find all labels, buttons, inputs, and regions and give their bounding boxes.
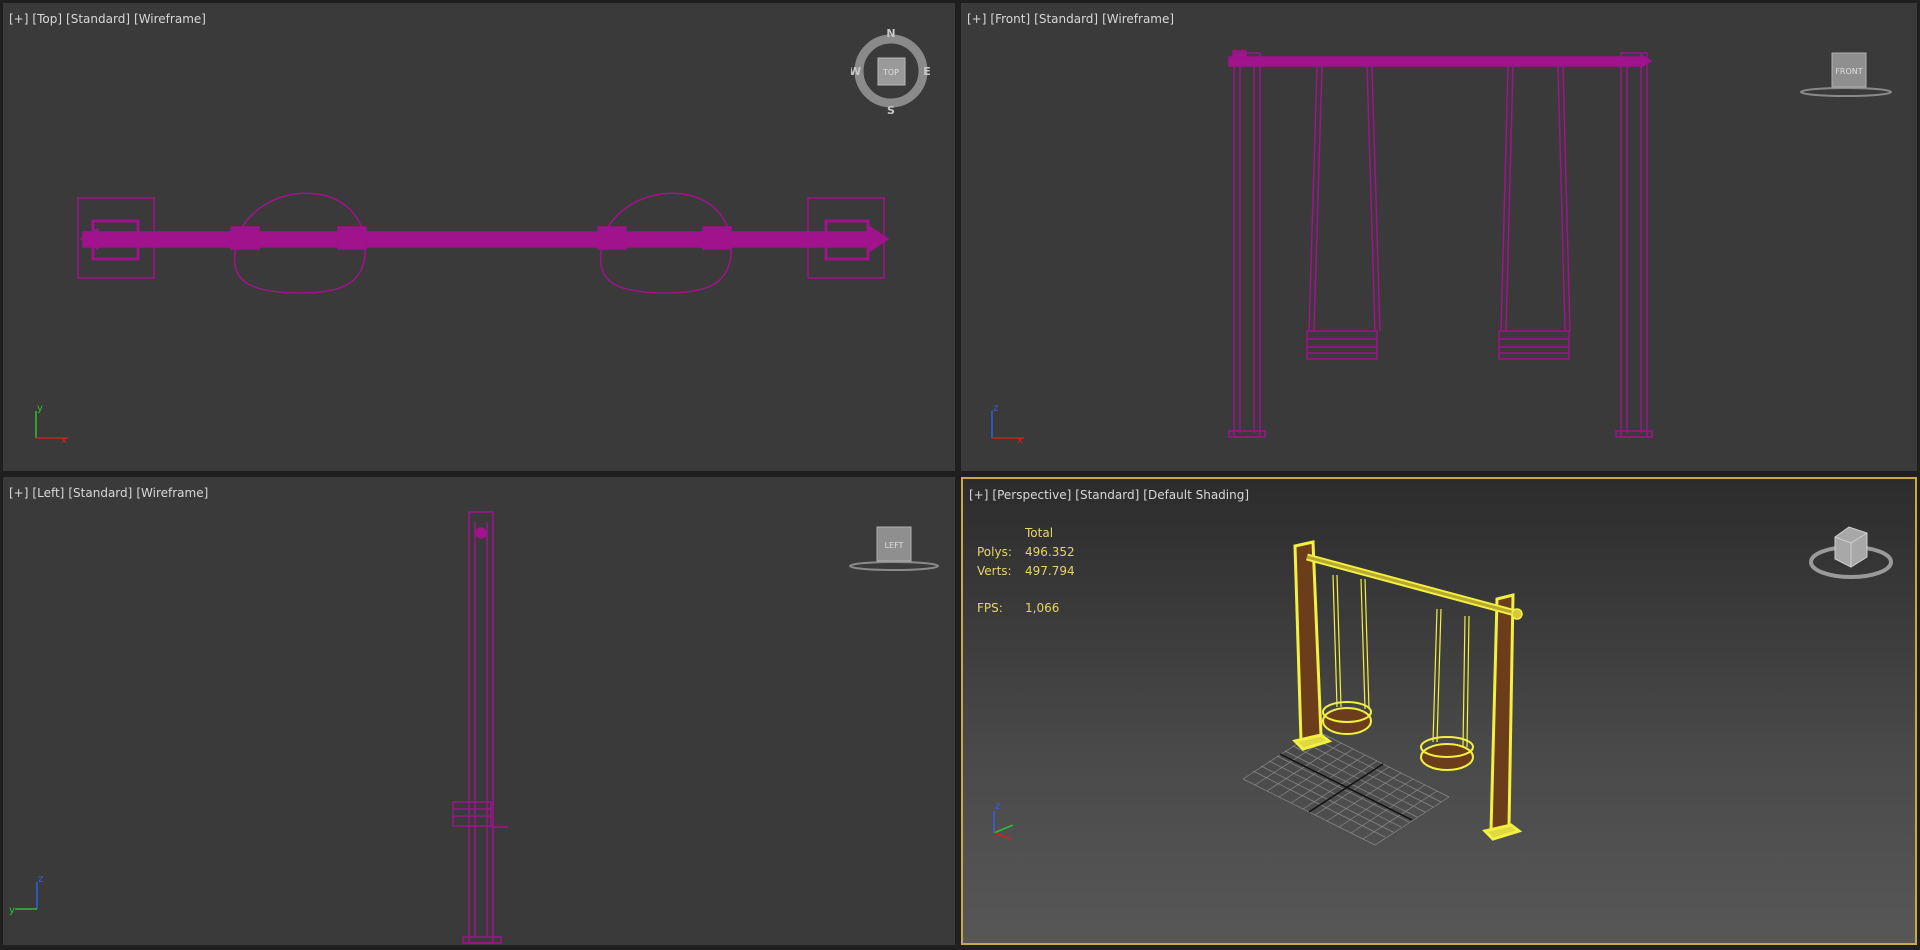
post-right [1489,593,1515,833]
axis-tripod: z y [9,874,43,916]
axis-up-label: z [993,403,998,414]
chain-clamp [337,226,367,250]
viewcube-face-label: LEFT [885,541,904,550]
compass-south: S [887,104,895,117]
viewport-perspective[interactable]: [+] [Perspective] [Standard] [Default Shadi… [961,477,1917,945]
beam-end [1511,608,1523,620]
beam-right-end [1640,53,1653,69]
chain-clamp [702,226,732,250]
viewport-grid: [+] [Top] [Standard] [Wireframe] y x TOP… [0,0,1920,950]
chain-line [1364,578,1370,710]
left-view-scene: z y [9,511,508,944]
viewport-front[interactable]: [+] [Front] [Standard] [Wireframe] z x F… [961,3,1917,471]
axis-right-label: x [1017,435,1023,446]
front-view-scene: z x [991,50,1653,446]
perspective-scene: z [993,540,1523,846]
front-beam [1228,56,1642,67]
axis-tripod: z x [991,403,1024,446]
axis-y-line [993,824,1014,834]
compass-north: N [886,28,895,40]
right-post [1620,52,1648,438]
chain-line [1360,578,1366,710]
chain-line [1436,608,1442,743]
top-view-scene: y x [35,192,890,446]
viewcube-ring [849,561,939,571]
post-left [1293,540,1323,743]
viewport-top[interactable]: [+] [Top] [Standard] [Wireframe] y x TOP… [3,3,955,471]
viewport-left[interactable]: [+] [Left] [Standard] [Wireframe] z y LE… [3,477,955,945]
grid-axis-line [1279,753,1413,821]
side-seat [452,801,492,827]
axis-right-label: x [61,435,67,446]
viewcube-ring [1800,87,1892,97]
axis-up-label: y [37,403,43,414]
viewcube[interactable]: LEFT [843,522,943,572]
viewcube[interactable] [1805,515,1895,585]
top-beam [82,231,876,248]
home-grid [1242,730,1450,846]
chain-line [1432,608,1438,743]
viewcube-compass[interactable]: TOP N S E W [851,28,931,118]
beam-section [475,527,487,539]
viewcube-face-label: TOP [882,68,899,77]
compass-east: E [923,65,931,78]
perspective-beam [1306,553,1523,620]
chain-clamp [230,226,260,250]
front-seat-1 [1306,330,1378,360]
beam-right-end [869,225,890,253]
side-post [468,511,494,944]
axis-up-label: z [38,874,43,885]
axis-x-line [993,832,1012,840]
axis-tripod: y x [35,403,68,446]
front-seat-2 [1498,330,1570,360]
axis-tripod: z [993,801,1014,840]
viewcube[interactable]: FRONT [1795,48,1895,98]
viewcube-face-label: FRONT [1835,67,1862,76]
perspective-seats [1322,701,1474,771]
chain-line [1336,574,1342,708]
left-post [1233,52,1261,438]
chain-clamp [597,226,627,250]
chain-line [1466,615,1470,748]
chain-line [1332,574,1338,708]
grid-axis-line [1308,763,1384,813]
axis-up-label: z [995,801,1000,812]
axis-right-label: y [9,905,15,916]
beam-core [1306,555,1520,616]
chain-line [1462,615,1466,748]
compass-west: W [851,65,861,78]
